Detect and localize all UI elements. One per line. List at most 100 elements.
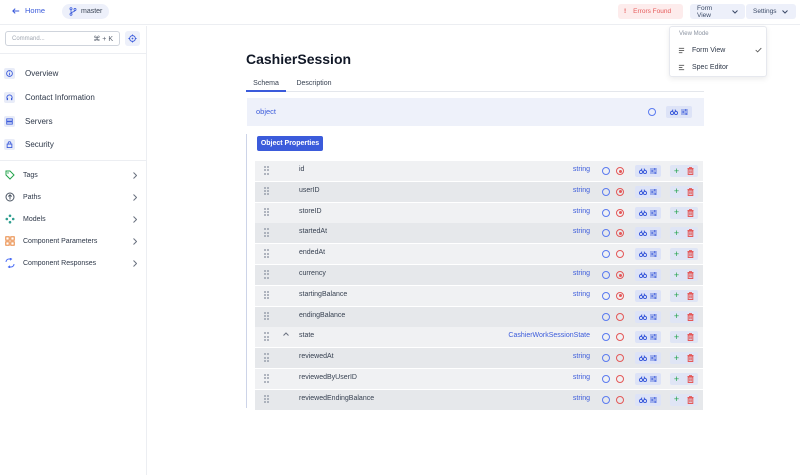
sliders-icon[interactable] xyxy=(650,209,658,216)
nullable-toggle[interactable] xyxy=(602,291,610,300)
property-name[interactable]: state xyxy=(299,332,314,339)
nullable-toggle[interactable] xyxy=(602,271,610,279)
sidebar-item-servers[interactable]: Servers xyxy=(4,114,140,129)
locate-button[interactable] xyxy=(125,31,140,46)
property-type[interactable]: string xyxy=(573,270,590,277)
required-toggle[interactable] xyxy=(616,395,624,404)
sliders-icon[interactable] xyxy=(650,168,658,174)
property-name[interactable]: endedAt xyxy=(299,249,325,256)
sliders-icon[interactable] xyxy=(681,109,689,115)
drag-handle-icon[interactable] xyxy=(264,290,269,300)
nullable-toggle[interactable] xyxy=(602,187,610,196)
trash-icon[interactable] xyxy=(687,208,694,217)
binoculars-icon[interactable] xyxy=(638,355,647,362)
command-input[interactable]: Command... ⌘ + K xyxy=(5,31,120,46)
branch-selector[interactable]: master xyxy=(62,4,110,19)
property-row[interactable]: reviewedByUserID string + xyxy=(255,369,703,389)
drag-handle-icon[interactable] xyxy=(264,228,269,238)
required-toggle[interactable] xyxy=(616,229,624,238)
add-icon[interactable]: + xyxy=(674,374,679,384)
root-schema-row[interactable]: object xyxy=(247,98,704,126)
binoculars-icon[interactable] xyxy=(638,168,647,174)
required-toggle[interactable] xyxy=(616,187,624,196)
chevron-up-icon[interactable] xyxy=(283,332,289,337)
trash-icon[interactable] xyxy=(687,291,694,300)
sliders-icon[interactable] xyxy=(650,188,658,195)
required-toggle[interactable] xyxy=(616,354,624,363)
add-icon[interactable]: + xyxy=(674,353,679,363)
required-toggle[interactable] xyxy=(616,250,624,259)
add-icon[interactable]: + xyxy=(674,166,679,176)
property-type[interactable]: string xyxy=(573,166,590,173)
trash-icon[interactable] xyxy=(687,333,694,342)
binoculars-icon[interactable] xyxy=(638,313,647,320)
sliders-icon[interactable] xyxy=(650,230,658,237)
property-type[interactable]: string xyxy=(573,374,590,381)
property-row[interactable]: id string + xyxy=(255,161,703,181)
binoculars-icon[interactable] xyxy=(638,376,647,382)
nullable-toggle[interactable] xyxy=(602,333,610,342)
property-name[interactable]: reviewedAt xyxy=(299,353,334,360)
sliders-icon[interactable] xyxy=(650,292,658,299)
property-row[interactable]: state CashierWorkSessionState + xyxy=(255,327,703,348)
trash-icon[interactable] xyxy=(687,167,694,175)
sidebar-item-tags[interactable]: Tags xyxy=(5,168,137,182)
trash-icon[interactable] xyxy=(687,271,694,279)
property-row[interactable]: reviewedEndingBalance string + xyxy=(255,389,703,410)
property-type[interactable]: string xyxy=(573,395,590,402)
sliders-icon[interactable] xyxy=(650,355,658,361)
add-icon[interactable]: + xyxy=(674,228,679,238)
sidebar-item-component-parameters[interactable]: Component Parameters xyxy=(5,234,137,248)
add-icon[interactable]: + xyxy=(674,332,679,342)
add-icon[interactable]: + xyxy=(674,249,679,259)
property-row[interactable]: userID string + xyxy=(255,181,703,202)
sliders-icon[interactable] xyxy=(650,251,658,257)
property-type[interactable]: CashierWorkSessionState xyxy=(508,332,590,339)
sliders-icon[interactable] xyxy=(650,376,658,382)
nullable-toggle[interactable] xyxy=(602,208,610,217)
sliders-icon[interactable] xyxy=(650,334,658,341)
nullable-toggle[interactable] xyxy=(602,250,610,259)
add-icon[interactable]: + xyxy=(674,312,679,321)
required-toggle[interactable] xyxy=(616,271,624,279)
required-toggle[interactable] xyxy=(616,167,624,175)
sidebar-item-overview[interactable]: Overview xyxy=(4,66,140,81)
property-row[interactable]: startedAt string + xyxy=(255,223,703,244)
trash-icon[interactable] xyxy=(687,312,694,321)
property-type[interactable]: string xyxy=(573,208,590,215)
binoculars-icon[interactable] xyxy=(638,334,647,341)
binoculars-icon[interactable] xyxy=(638,230,647,237)
nullable-toggle[interactable] xyxy=(602,375,610,383)
trash-icon[interactable] xyxy=(687,250,694,259)
property-type[interactable]: string xyxy=(573,291,590,298)
binoculars-icon[interactable] xyxy=(638,293,647,299)
drag-handle-icon[interactable] xyxy=(264,374,269,383)
property-type[interactable]: string xyxy=(573,353,590,360)
required-toggle[interactable] xyxy=(616,333,624,342)
tab-description[interactable]: Description xyxy=(294,76,334,91)
add-icon[interactable]: + xyxy=(674,395,679,404)
sidebar-item-contact-information[interactable]: Contact Information xyxy=(4,90,140,105)
tab-schema[interactable]: Schema xyxy=(246,76,286,92)
required-toggle[interactable] xyxy=(616,291,624,300)
property-row[interactable]: reviewedAt string + xyxy=(255,348,703,369)
add-icon[interactable]: + xyxy=(674,291,679,300)
binoculars-icon[interactable] xyxy=(638,209,647,216)
drag-handle-icon[interactable] xyxy=(264,394,269,404)
sliders-icon[interactable] xyxy=(650,396,658,403)
property-name[interactable]: reviewedEndingBalance xyxy=(299,395,374,402)
trash-icon[interactable] xyxy=(687,229,694,238)
drag-handle-icon[interactable] xyxy=(264,270,269,279)
binoculars-icon[interactable] xyxy=(638,272,647,278)
drag-handle-icon[interactable] xyxy=(264,249,269,258)
property-name[interactable]: endingBalance xyxy=(299,312,345,319)
sidebar-item-security[interactable]: Security xyxy=(4,137,140,152)
drag-handle-icon[interactable] xyxy=(264,186,269,196)
binoculars-icon[interactable] xyxy=(638,397,647,403)
sidebar-item-models[interactable]: Models xyxy=(5,212,137,226)
drag-handle-icon[interactable] xyxy=(264,311,269,321)
drag-handle-icon[interactable] xyxy=(264,207,269,217)
trash-icon[interactable] xyxy=(687,395,694,404)
property-name[interactable]: currency xyxy=(299,270,326,277)
binoculars-icon[interactable] xyxy=(638,189,647,195)
